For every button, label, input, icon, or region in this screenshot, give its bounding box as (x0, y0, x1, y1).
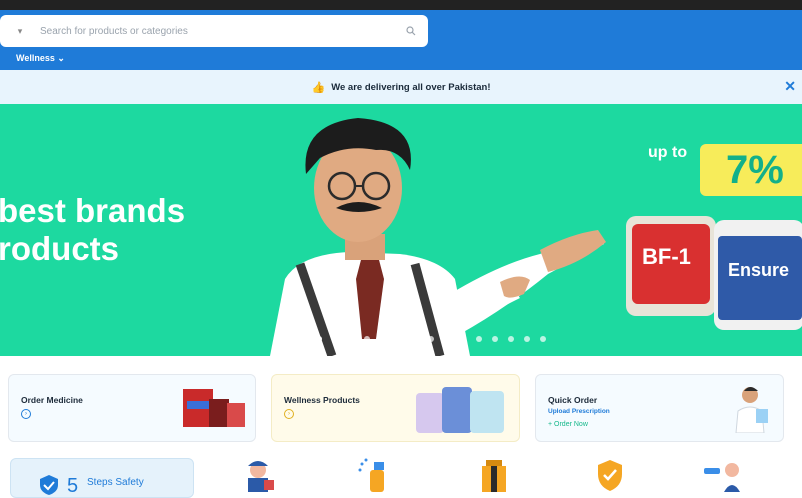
banner-dot[interactable] (428, 336, 434, 342)
banner-dot[interactable] (348, 336, 354, 342)
banner-dot[interactable] (332, 336, 338, 342)
offer-prefix: up to (648, 144, 688, 161)
close-icon[interactable]: ✕ (784, 78, 796, 95)
search-icon (406, 26, 416, 36)
temperature-check-icon (704, 463, 740, 492)
banner-dot[interactable] (300, 336, 306, 342)
wellness-products-image (416, 387, 504, 433)
search-bar: ▾ (0, 15, 428, 47)
brand-ambassador-image: BF-1 Ensure (270, 118, 802, 356)
order-now-link[interactable]: + Order Now (548, 421, 588, 428)
banner-dot[interactable] (508, 336, 514, 342)
nav-wellness-label: Wellness ⌄ (16, 53, 65, 63)
banner-dot[interactable] (476, 336, 482, 342)
banner-dot[interactable] (524, 336, 530, 342)
banner-pagination (300, 336, 546, 342)
safety-steps-card[interactable]: 5 Steps Safety (10, 458, 194, 498)
sealed-package-icon (482, 460, 506, 492)
wellness-products-title: Wellness Products (284, 395, 360, 405)
arrow-right-icon: › (21, 409, 31, 419)
order-medicine-card[interactable]: Order Medicine › (8, 374, 256, 442)
site-header: ▾ Wellness ⌄ (0, 10, 802, 70)
banner-dot[interactable] (380, 336, 386, 342)
offer-value: 7% (700, 144, 802, 196)
delivery-notice-text: We are delivering all over Pakistan! (331, 81, 491, 93)
wellness-products-card[interactable]: Wellness Products › (271, 374, 520, 442)
banner-dot[interactable] (444, 336, 450, 342)
search-button[interactable] (394, 26, 428, 36)
browser-top-strip (0, 0, 802, 10)
steps-label: Steps Safety (87, 477, 144, 488)
sanitizer-spray-icon (358, 458, 384, 492)
quick-order-card[interactable]: Quick Order Upload Prescription + Order … (535, 374, 784, 442)
nav-wellness[interactable]: Wellness ⌄ (16, 53, 65, 64)
medicine-boxes-image (183, 389, 245, 427)
banner-dot[interactable] (396, 336, 402, 342)
verified-shield-icon (598, 460, 622, 491)
bf1-can-label: BF-1 (642, 244, 691, 269)
delivery-notice-bar: 👍 We are delivering all over Pakistan! ✕ (0, 70, 802, 104)
promo-banner[interactable]: best brands roducts BF-1 Ensure up to 7% (0, 104, 802, 356)
search-input[interactable] (40, 25, 394, 37)
banner-dot[interactable] (540, 336, 546, 342)
steps-number: 5 (67, 475, 79, 497)
banner-dot[interactable] (316, 336, 322, 342)
quick-order-title: Quick Order (548, 395, 598, 405)
ensure-can-label: Ensure (728, 260, 789, 280)
banner-dot[interactable] (460, 336, 466, 342)
shield-check-icon (40, 475, 58, 495)
arrow-right-icon: › (284, 409, 294, 419)
banner-dot[interactable] (412, 336, 418, 342)
quick-order-subtitle: Upload Prescription (548, 408, 610, 415)
chevron-down-icon: ▾ (17, 25, 23, 36)
order-medicine-title: Order Medicine (21, 395, 83, 405)
category-dropdown[interactable]: ▾ (0, 15, 40, 47)
delivery-person-icon (248, 461, 274, 492)
thumbs-up-icon: 👍 (311, 81, 326, 94)
banner-dot[interactable] (364, 336, 370, 342)
banner-dot[interactable] (492, 336, 498, 342)
pharmacist-image (735, 387, 768, 433)
